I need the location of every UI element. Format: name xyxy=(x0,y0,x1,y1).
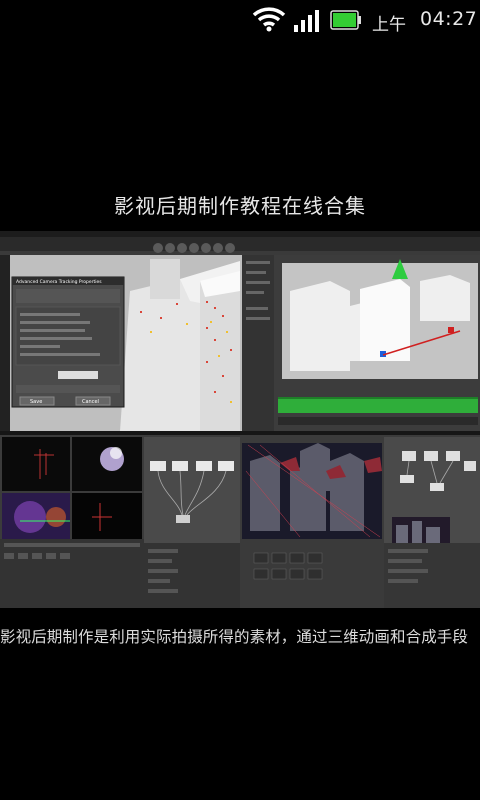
dialog-save: Save xyxy=(30,399,42,405)
battery-icon xyxy=(330,10,361,30)
status-time: 04:27 xyxy=(420,8,478,30)
status-bar: 上午 04:27 xyxy=(0,0,480,40)
status-ampm: 上午 xyxy=(372,15,406,35)
wifi-icon xyxy=(252,7,286,32)
vfx-software-screenshot: 3000 Advanced Camera Tracking Properties xyxy=(0,231,480,608)
signal-icon xyxy=(294,10,319,32)
dialog-cancel: Cancel xyxy=(82,399,99,405)
article-image[interactable]: 3000 Advanced Camera Tracking Properties xyxy=(0,231,480,608)
dialog-title: Advanced Camera Tracking Properties xyxy=(16,279,102,285)
article-title: 影视后期制作教程在线合集 xyxy=(114,194,366,218)
article-body: 影视后期制作是利用实际拍摄所得的素材，通过三维动画和合成手段 xyxy=(0,628,469,646)
